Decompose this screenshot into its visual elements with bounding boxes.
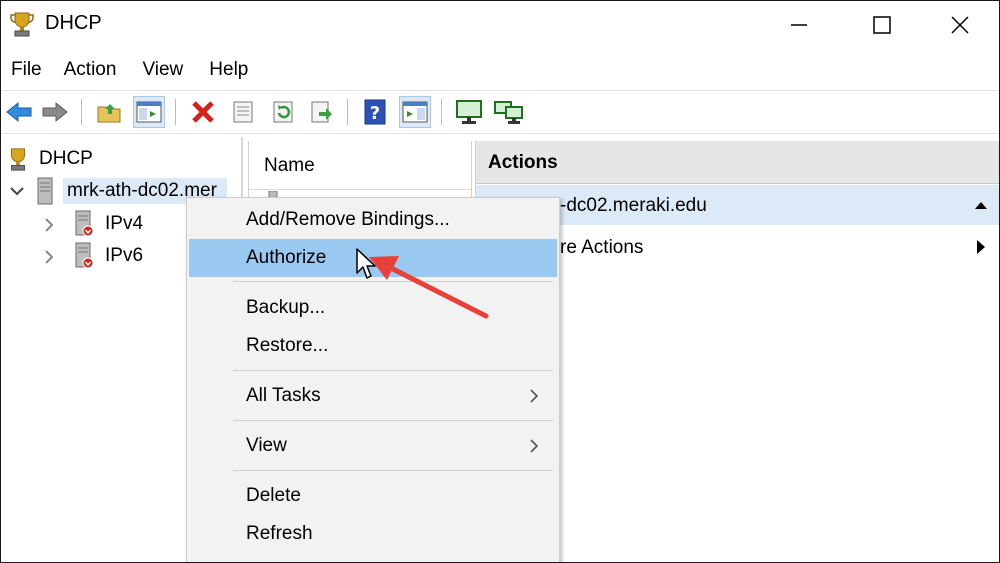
annotation-arrow-icon xyxy=(369,256,489,319)
chevron-right-icon[interactable] xyxy=(41,249,57,265)
close-icon xyxy=(951,16,969,34)
ipv4-server-icon xyxy=(75,210,94,237)
ctx-item-label: Backup... xyxy=(246,297,326,318)
actions-group-label: -dc02.meraki.edu xyxy=(560,195,707,216)
tree-item-label: IPv6 xyxy=(105,245,144,266)
server-icon xyxy=(37,177,53,205)
mouse-pointer-icon xyxy=(356,248,376,279)
toolbar-separator xyxy=(347,99,348,125)
dhcp-trophy-icon xyxy=(11,148,25,171)
close-button[interactable] xyxy=(919,1,999,49)
toolbar: ? xyxy=(1,90,999,134)
properties-icon xyxy=(233,101,253,123)
delete-button[interactable] xyxy=(187,96,219,128)
tree-item-ipv4[interactable]: IPv4 xyxy=(73,208,147,240)
refresh-icon xyxy=(273,101,293,123)
menu-bar: File Action View Help xyxy=(1,53,999,87)
submenu-arrow-icon xyxy=(977,240,985,254)
menu-view[interactable]: View xyxy=(132,59,193,81)
back-arrow-icon xyxy=(6,101,32,123)
dhcp-window: DHCP File Action View Help ? DHCP mrk-at… xyxy=(0,0,1000,563)
ctx-item-label: View xyxy=(246,435,287,456)
svg-text:?: ? xyxy=(370,103,380,124)
forward-arrow-icon xyxy=(42,101,68,123)
column-header-label: Name xyxy=(264,155,315,176)
delete-x-icon xyxy=(192,101,214,123)
menu-separator xyxy=(233,470,553,471)
show-hide-action-pane-button[interactable] xyxy=(399,96,431,128)
network-monitors-icon xyxy=(494,101,523,124)
collapse-up-icon[interactable] xyxy=(974,200,988,210)
chevron-down-icon[interactable] xyxy=(9,183,25,199)
up-one-level-button[interactable] xyxy=(93,96,125,128)
monitor-icon xyxy=(456,100,482,124)
help-button[interactable]: ? xyxy=(359,96,391,128)
ctx-item-label: Add/Remove Bindings... xyxy=(246,209,450,230)
toolbar-separator xyxy=(81,99,82,125)
ctx-view[interactable]: View xyxy=(189,427,557,465)
ctx-delete[interactable]: Delete xyxy=(189,477,557,515)
ctx-item-label: Refresh xyxy=(246,523,313,544)
refresh-button[interactable] xyxy=(267,96,299,128)
actions-header: Actions xyxy=(476,141,999,184)
minimize-button[interactable] xyxy=(758,1,840,49)
add-server-button[interactable] xyxy=(453,96,485,128)
dhcp-trophy-icon xyxy=(10,12,34,37)
chevron-right-icon[interactable] xyxy=(41,217,57,233)
console-tree-icon xyxy=(136,101,162,123)
actions-header-label: Actions xyxy=(488,152,558,173)
forward-button[interactable] xyxy=(39,96,71,128)
ctx-item-label: Delete xyxy=(246,485,301,506)
action-pane-icon xyxy=(402,101,428,123)
folder-up-icon xyxy=(97,104,121,123)
ipv6-server-icon xyxy=(75,242,94,269)
menu-separator xyxy=(233,420,553,421)
tree-item-label: IPv4 xyxy=(105,213,144,234)
maximize-button[interactable] xyxy=(841,1,923,49)
column-header-name[interactable]: Name xyxy=(249,141,471,190)
menu-file[interactable]: File xyxy=(1,59,52,81)
tree-item-ipv6[interactable]: IPv6 xyxy=(73,240,147,272)
menu-separator xyxy=(233,370,553,371)
title-bar: DHCP xyxy=(1,1,999,49)
ctx-item-label: Authorize xyxy=(246,247,327,268)
ctx-add-remove-bindings[interactable]: Add/Remove Bindings... xyxy=(189,201,557,239)
back-button[interactable] xyxy=(3,96,35,128)
properties-button[interactable] xyxy=(227,96,259,128)
window-title: DHCP xyxy=(45,12,102,34)
ctx-refresh[interactable]: Refresh xyxy=(189,515,557,553)
ctx-all-tasks[interactable]: All Tasks xyxy=(189,377,557,415)
show-hide-console-tree-button[interactable] xyxy=(133,96,165,128)
chevron-right-icon xyxy=(530,389,539,403)
export-list-icon xyxy=(311,101,332,123)
ctx-restore[interactable]: Restore... xyxy=(189,327,557,365)
tree-item-dhcp[interactable]: DHCP xyxy=(5,143,97,175)
chevron-right-icon xyxy=(530,439,539,453)
tree-item-label: DHCP xyxy=(39,148,93,169)
toolbar-separator xyxy=(175,99,176,125)
toolbar-separator xyxy=(441,99,442,125)
more-actions-label: re Actions xyxy=(560,237,644,258)
network-servers-button[interactable] xyxy=(493,96,525,128)
minimize-icon xyxy=(791,24,807,26)
help-question-icon: ? xyxy=(364,99,386,125)
ctx-item-label: Restore... xyxy=(246,335,329,356)
menu-action[interactable]: Action xyxy=(54,59,127,81)
ctx-item-label: All Tasks xyxy=(246,385,321,406)
export-list-button[interactable] xyxy=(305,96,337,128)
menu-help[interactable]: Help xyxy=(199,59,258,81)
maximize-icon xyxy=(873,16,891,34)
